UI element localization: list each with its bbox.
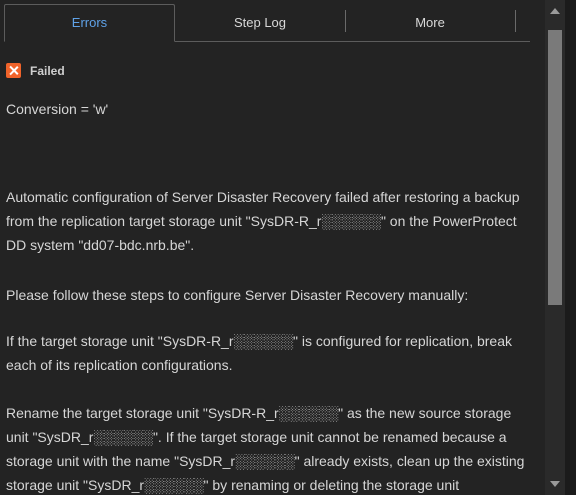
tab-more[interactable]: More bbox=[345, 4, 515, 41]
conversion-text: Conversion = 'w' bbox=[6, 101, 109, 117]
tab-divider bbox=[515, 10, 516, 32]
status-row: Failed bbox=[6, 63, 65, 78]
follow-steps-message: Please follow these steps to configure S… bbox=[6, 287, 469, 303]
tab-step-log[interactable]: Step Log bbox=[175, 4, 345, 41]
rename-unit-step: Rename the target storage unit "SysDR-R_… bbox=[6, 405, 525, 493]
errors-panel: Errors Step Log More Failed Conversion =… bbox=[0, 0, 576, 495]
error-x-icon bbox=[6, 63, 21, 78]
scroll-up-arrow-icon[interactable] bbox=[550, 8, 560, 14]
status-label: Failed bbox=[30, 63, 65, 78]
window-edge bbox=[565, 0, 576, 495]
content-area: Errors Step Log More Failed Conversion =… bbox=[0, 0, 545, 495]
vertical-scrollbar[interactable] bbox=[545, 0, 565, 495]
automatic-config-message: Automatic configuration of Server Disast… bbox=[6, 189, 520, 253]
tab-errors[interactable]: Errors bbox=[4, 4, 175, 42]
break-replication-step: If the target storage unit "SysDR-R_r░░░… bbox=[6, 333, 512, 373]
tab-bar: Errors Step Log More bbox=[4, 4, 530, 42]
scroll-down-arrow-icon[interactable] bbox=[550, 481, 560, 487]
scrollbar-thumb[interactable] bbox=[548, 30, 562, 305]
